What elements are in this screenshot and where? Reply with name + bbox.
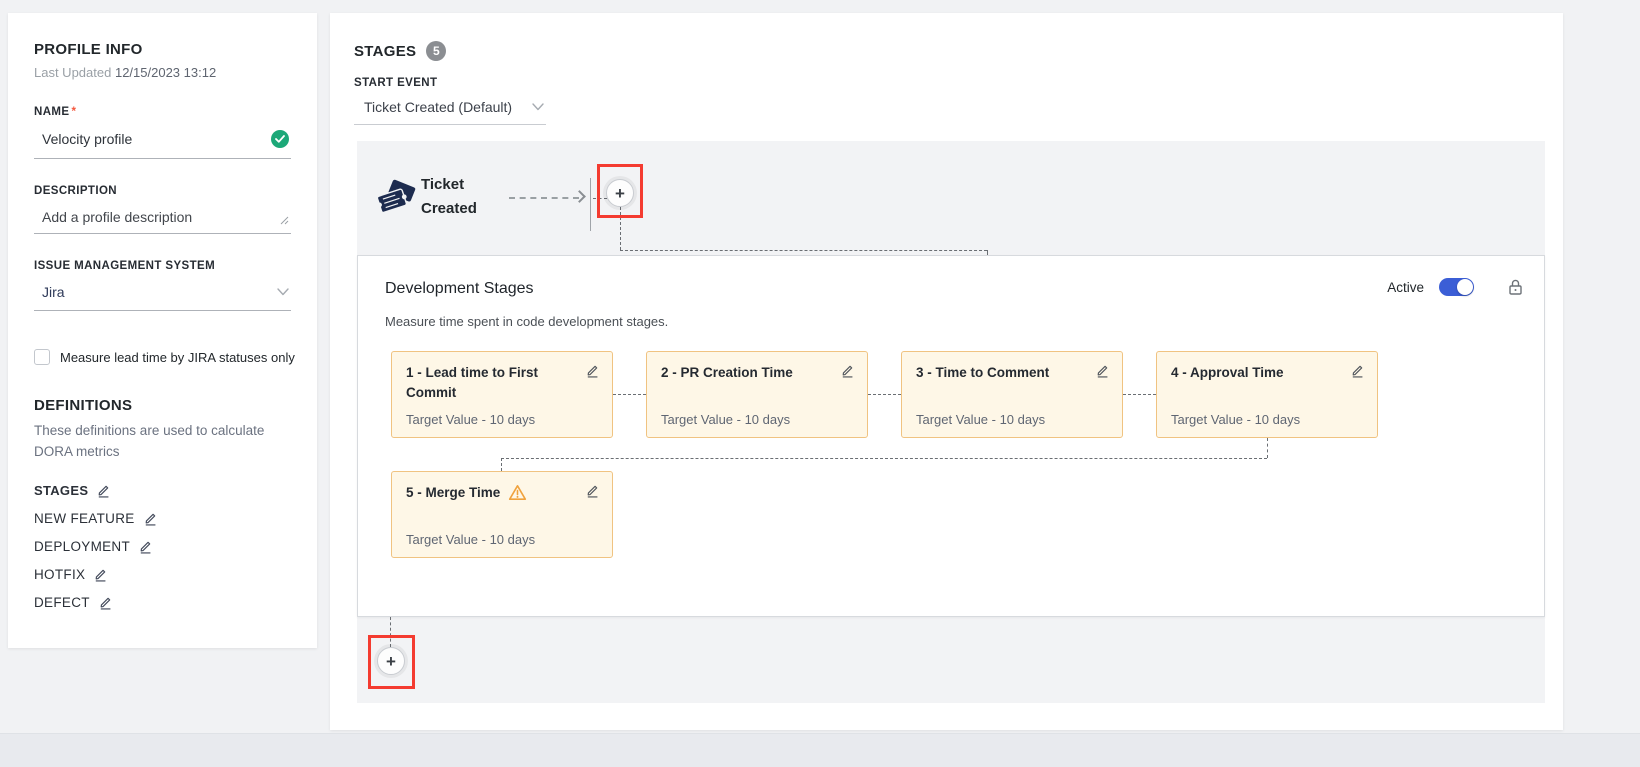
edit-icon[interactable] xyxy=(1350,363,1365,378)
ims-select-value: Jira xyxy=(42,284,65,300)
stage-connector xyxy=(501,458,502,471)
edit-icon[interactable] xyxy=(585,483,600,498)
description-placeholder: Add a profile description xyxy=(42,209,192,225)
stages-panel: STAGES 5 START EVENT Ticket Created (Def… xyxy=(330,13,1563,730)
resize-handle-icon[interactable] xyxy=(280,216,289,225)
stages-title: STAGES xyxy=(354,43,416,60)
definition-label: DEFECT xyxy=(34,595,90,610)
name-label: NAME* xyxy=(34,106,291,118)
stage-card-1[interactable]: 1 - Lead time to First Commit Target Val… xyxy=(391,351,613,438)
stage-target-value: Target Value - 10 days xyxy=(406,412,535,427)
edit-icon[interactable] xyxy=(98,595,113,610)
start-event-select[interactable]: Ticket Created (Default) xyxy=(354,99,546,125)
toggle-knob xyxy=(1457,279,1473,295)
flow-arrowhead-icon xyxy=(573,190,586,203)
connector-horizontal xyxy=(620,250,987,251)
active-toggle[interactable] xyxy=(1439,278,1474,296)
name-field-value: Velocity profile xyxy=(42,131,132,147)
group-subtitle: Measure time spent in code development s… xyxy=(385,314,668,329)
definition-row-new-feature: NEW FEATURE xyxy=(34,511,291,526)
add-stage-button-top[interactable]: + xyxy=(606,179,634,207)
definition-label: HOTFIX xyxy=(34,567,85,582)
edit-icon[interactable] xyxy=(840,363,855,378)
development-stages-card: Development Stages Measure time spent in… xyxy=(357,255,1545,617)
connector-stub xyxy=(593,198,607,199)
stage-target-value: Target Value - 10 days xyxy=(661,412,790,427)
profile-info-panel: PROFILE INFO Last Updated 12/15/2023 13:… xyxy=(8,13,317,648)
definitions-subtitle: These definitions are used to calculate … xyxy=(34,421,286,463)
definition-label: NEW FEATURE xyxy=(34,511,135,526)
stages-header: STAGES 5 xyxy=(354,41,1563,61)
stage-connector xyxy=(613,394,646,395)
stage-card-2[interactable]: 2 - PR Creation Time Target Value - 10 d… xyxy=(646,351,868,438)
edit-icon[interactable] xyxy=(143,511,158,526)
ims-select[interactable]: Jira xyxy=(34,284,291,311)
node-divider xyxy=(590,178,591,231)
last-updated: Last Updated 12/15/2023 13:12 xyxy=(34,65,291,80)
definitions-title: DEFINITIONS xyxy=(34,397,291,414)
definition-row-deployment: DEPLOYMENT xyxy=(34,539,291,554)
ticket-icon xyxy=(373,177,417,217)
edit-icon[interactable] xyxy=(1095,363,1110,378)
start-node-label: Ticket Created xyxy=(421,173,505,221)
definition-label: STAGES xyxy=(34,483,88,498)
definition-row-stages: STAGES xyxy=(34,483,291,498)
last-updated-value: 12/15/2023 13:12 xyxy=(115,65,216,80)
profile-editor-page: PROFILE INFO Last Updated 12/15/2023 13:… xyxy=(0,0,1640,767)
stage-card-3[interactable]: 3 - Time to Comment Target Value - 10 da… xyxy=(901,351,1123,438)
group-controls: Active xyxy=(1387,278,1524,296)
definition-row-defect: DEFECT xyxy=(34,595,291,610)
flow-arrow xyxy=(509,197,579,199)
connector-vertical xyxy=(620,207,621,250)
lead-time-checkbox-label: Measure lead time by JIRA statuses only xyxy=(60,350,295,365)
connector-vertical-bottom xyxy=(390,617,391,647)
warning-icon xyxy=(508,484,527,501)
stage-name: 4 - Approval Time xyxy=(1171,363,1365,383)
stage-target-value: Target Value - 10 days xyxy=(406,532,535,547)
stage-name: 3 - Time to Comment xyxy=(916,363,1110,383)
active-label: Active xyxy=(1387,280,1424,295)
chevron-down-icon xyxy=(532,103,544,111)
stage-target-value: Target Value - 10 days xyxy=(1171,412,1300,427)
description-label: DESCRIPTION xyxy=(34,185,291,197)
stage-name: 1 - Lead time to First Commit xyxy=(406,363,600,404)
definition-row-hotfix: HOTFIX xyxy=(34,567,291,582)
start-event-label: START EVENT xyxy=(354,77,1563,89)
lock-icon[interactable] xyxy=(1507,278,1524,296)
stage-card-5[interactable]: 5 - Merge Time Target Value - 10 days xyxy=(391,471,613,558)
lead-time-checkbox[interactable] xyxy=(34,349,50,365)
lead-time-checkbox-row[interactable]: Measure lead time by JIRA statuses only xyxy=(34,349,291,365)
workflow-canvas: Ticket Created + Development Stages Meas… xyxy=(357,141,1545,703)
valid-check-icon xyxy=(271,130,289,148)
name-field[interactable]: Velocity profile xyxy=(34,130,291,159)
definition-label: DEPLOYMENT xyxy=(34,539,130,554)
stage-card-4[interactable]: 4 - Approval Time Target Value - 10 days xyxy=(1156,351,1378,438)
edit-icon[interactable] xyxy=(585,363,600,378)
group-title: Development Stages xyxy=(385,280,534,298)
edit-icon[interactable] xyxy=(93,567,108,582)
ims-label: ISSUE MANAGEMENT SYSTEM xyxy=(34,260,291,272)
page-footer-strip xyxy=(0,733,1640,767)
stage-name: 5 - Merge Time xyxy=(406,483,600,503)
stage-target-value: Target Value - 10 days xyxy=(916,412,1045,427)
add-stage-button-bottom[interactable]: + xyxy=(377,647,405,675)
stage-connector xyxy=(1123,394,1156,395)
stage-name: 2 - PR Creation Time xyxy=(661,363,855,383)
edit-icon[interactable] xyxy=(96,483,111,498)
description-field[interactable]: Add a profile description xyxy=(34,209,291,234)
edit-icon[interactable] xyxy=(138,539,153,554)
stages-count-badge: 5 xyxy=(426,41,446,61)
required-asterisk: * xyxy=(71,106,76,118)
profile-info-title: PROFILE INFO xyxy=(34,41,291,58)
start-event-value: Ticket Created (Default) xyxy=(364,99,512,115)
stage-connector xyxy=(1267,438,1268,458)
chevron-down-icon xyxy=(277,288,289,296)
stage-connector xyxy=(501,458,1267,459)
stage-connector xyxy=(868,394,901,395)
